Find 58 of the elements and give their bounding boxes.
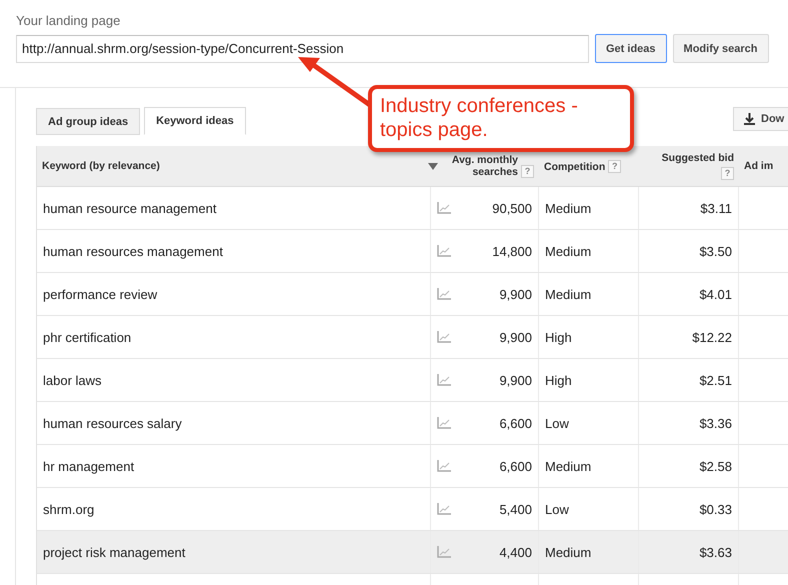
competition-cell: Medium	[545, 544, 592, 560]
modify-search-button[interactable]: Modify search	[672, 34, 768, 63]
bid-cell: $3.50	[699, 244, 732, 258]
column-header[interactable]: Ad im	[744, 160, 774, 172]
bid-cell: $3.36	[699, 416, 732, 430]
landing-page-label: Your landing page	[16, 13, 122, 28]
table-row[interactable]: human resources management 14,800 Medium $3.50	[37, 230, 788, 273]
table-row[interactable]: shrm.org 5,400 Low $0.33	[37, 488, 788, 531]
keyword-cell: performance review	[43, 286, 158, 302]
searches-cell: 4,400	[499, 544, 532, 560]
competition-cell: Medium	[545, 244, 592, 258]
download-button[interactable]: Dow	[733, 107, 788, 131]
tab[interactable]: Keyword ideas	[144, 107, 246, 135]
keyword-cell: human resources salary	[43, 416, 182, 430]
bid-cell: $2.51	[699, 372, 732, 388]
competition-cell: Medium	[545, 286, 592, 302]
keyword-cell: human resource management	[43, 200, 216, 216]
get-ideas-button[interactable]: Get ideas	[595, 34, 667, 63]
column-header[interactable]: Competition	[544, 160, 606, 172]
competition-cell: High	[545, 372, 572, 388]
searches-cell: 9,900	[499, 286, 532, 302]
column-header[interactable]: Avg. monthly searches	[446, 154, 518, 178]
keyword-cell: hr management	[43, 458, 134, 474]
bid-cell: $3.11	[700, 200, 732, 216]
table-row[interactable]: project risk management 4,400 Medium $3.63	[37, 531, 788, 574]
bid-cell: $4.01	[699, 286, 732, 302]
landing-page-field[interactable]: http://annual.shrm.org/session-type/Concurrent-Session	[16, 34, 589, 62]
searches-cell: 6,600	[499, 416, 532, 430]
searches-cell: 90,500	[492, 200, 532, 216]
bid-cell: $0.33	[699, 502, 732, 516]
competition-cell: Low	[545, 502, 569, 516]
table-row[interactable]: labor laws 9,900 High $2.51	[37, 359, 788, 402]
callout: Industry conferences - topics page.	[368, 85, 634, 152]
table-row[interactable]: human resource management 90,500 Medium $3.11	[37, 187, 788, 230]
keyword-cell: project risk management	[43, 544, 186, 560]
bid-cell: $3.63	[699, 544, 732, 560]
searches-cell: 14,800	[492, 244, 532, 258]
competition-cell: High	[545, 330, 572, 344]
table-row[interactable]: phr certification 9,900 High $12.22	[37, 316, 788, 359]
competition-cell: Medium	[545, 458, 592, 474]
searches-cell: 9,900	[499, 330, 532, 344]
competition-cell: Low	[545, 416, 569, 430]
table-row[interactable]: human resources salary 6,600 Low $3.36	[37, 402, 788, 445]
searches-cell: 5,400	[499, 502, 532, 516]
searches-cell: 9,900	[499, 372, 532, 388]
keyword-cell: labor laws	[43, 372, 102, 388]
competition-cell: Medium	[545, 200, 592, 216]
table-row[interactable]: hr management 6,600 Medium $2.58	[37, 445, 788, 488]
keyword-cell: human resources management	[43, 244, 223, 258]
bid-cell: $12.22	[692, 330, 732, 344]
keyword-cell: phr certification	[43, 330, 132, 344]
tab[interactable]: Ad group ideas	[36, 108, 140, 135]
column-header[interactable]: Suggested bid	[662, 152, 734, 164]
table-row[interactable]: performance review 9,900 Medium $4.01	[37, 273, 788, 316]
column-header[interactable]: Keyword (by relevance)	[42, 160, 160, 172]
searches-cell: 6,600	[499, 458, 532, 474]
keyword-cell: shrm.org	[43, 502, 94, 516]
bid-cell: $2.58	[699, 458, 732, 474]
